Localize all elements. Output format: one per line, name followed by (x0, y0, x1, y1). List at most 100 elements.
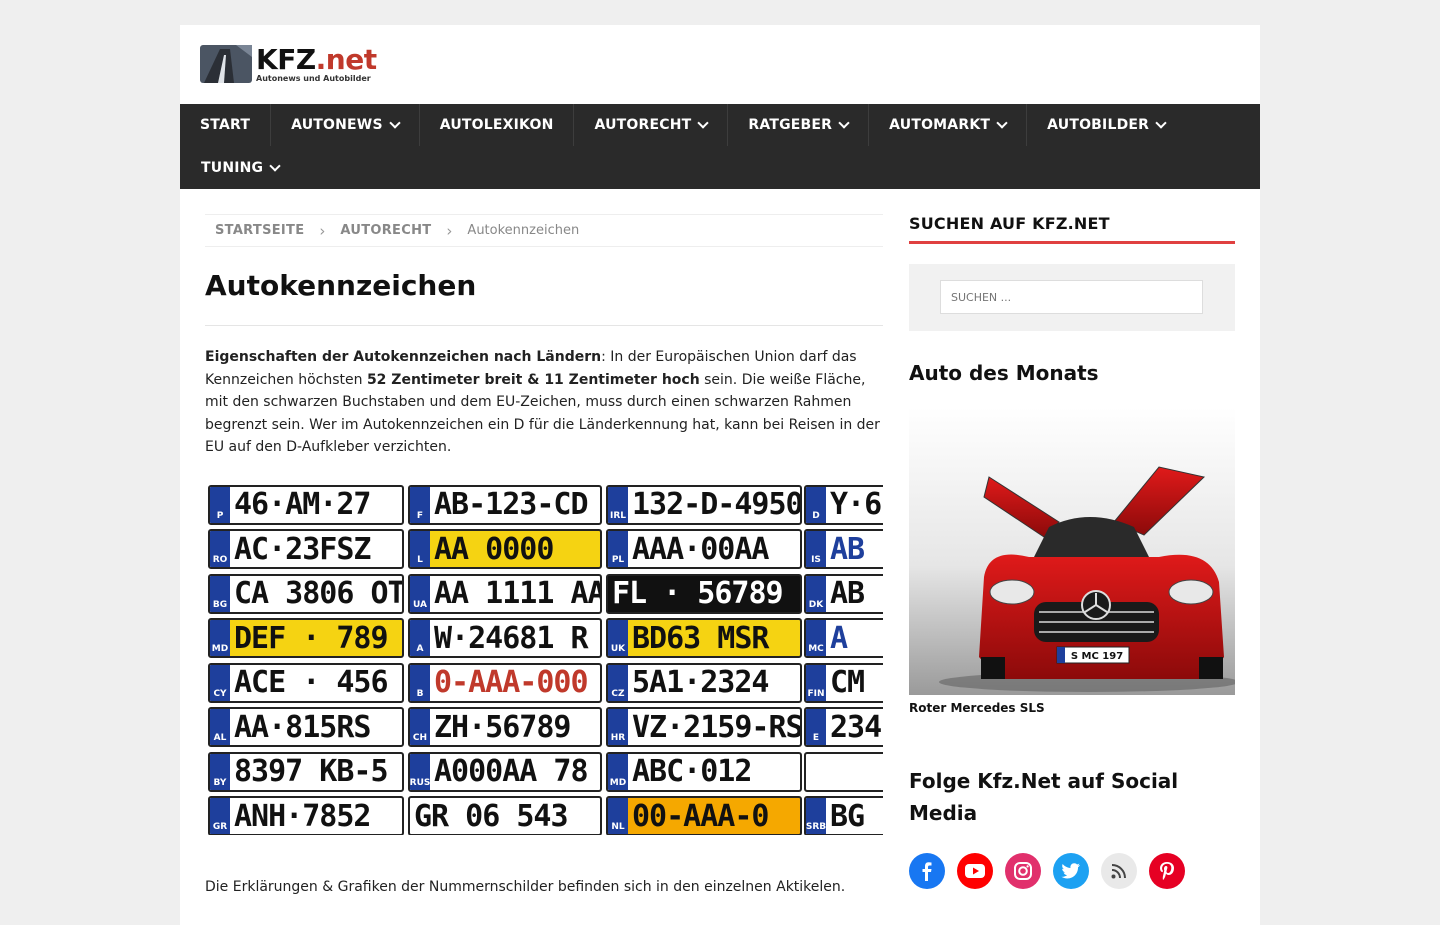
breadcrumb-current: Autokennzeichen (467, 223, 580, 238)
plate-country-band: RO (210, 531, 230, 567)
plate-country-band: D (806, 486, 826, 523)
page-container: KFZ.net Autonews und Autobilder START AU… (180, 25, 1260, 925)
site-logo[interactable]: KFZ.net Autonews und Autobilder (200, 45, 377, 83)
plate-number: AAA·00AA (632, 531, 769, 567)
plate-country-band: DK (806, 575, 826, 612)
license-plate: A W·24681 R (408, 618, 602, 658)
license-plate: MD ABC·012 (606, 751, 802, 792)
intro-bold-dimensions: 52 Zentimeter breit & 11 Zentimeter hoch (366, 371, 700, 388)
chevron-down-icon (838, 117, 850, 129)
plate-number: 132-D-49507 (632, 487, 802, 522)
plate-country-band: F (410, 486, 430, 523)
plate-country-band: BY (210, 753, 230, 790)
nav-label: TUNING (201, 159, 264, 176)
license-plate: CY ACE · 456 (208, 662, 404, 703)
car-plate-text: S MC 197 (1071, 651, 1123, 662)
twitter-icon[interactable] (1053, 853, 1089, 889)
car-of-month-title: Auto des Monats (909, 361, 1099, 385)
license-plate: UA AA 1111 AA (408, 573, 602, 614)
plate-country-band: IS (806, 531, 826, 567)
plate-number: AC·23FSZ (234, 531, 371, 567)
plate-number: W·24681 R (434, 620, 589, 656)
plate-country-band: AL (210, 709, 230, 745)
article-intro: Eigenschaften der Autokennzeichen nach L… (205, 346, 883, 459)
breadcrumb-home-link[interactable]: STARTSEITE (215, 223, 304, 238)
facebook-icon[interactable] (909, 853, 945, 889)
license-plate: SRB BG (804, 796, 883, 835)
logo-name: KFZ (256, 42, 316, 76)
plate-number: AA 0000 (434, 531, 554, 567)
social-title: Folge Kfz.Net auf Social Media (909, 769, 1179, 825)
plate-country-band: CZ (608, 664, 628, 701)
chevron-down-icon (996, 117, 1008, 129)
breadcrumb-section-link[interactable]: AUTORECHT (340, 223, 431, 238)
plate-number: ACE · 456 (234, 665, 389, 700)
license-plate: GR ANH·7852 (208, 796, 404, 835)
plate-number: ANH·7852 (234, 798, 371, 834)
license-plate: CH ZH·56789 (408, 707, 602, 747)
rss-icon[interactable] (1101, 853, 1137, 889)
license-plate: E 234 (804, 707, 883, 747)
car-caption: Roter Mercedes SLS (909, 701, 1045, 715)
nav-item-automarkt[interactable]: AUTOMARKT (869, 104, 1028, 146)
plate-country-band: E (806, 709, 826, 745)
nav-item-start[interactable]: START (180, 104, 272, 146)
plate-number: 5A1·2324 (632, 665, 769, 700)
plate-number: BD63 MSR (632, 620, 769, 656)
article-outro: Die Erklärungen & Grafiken der Nummernsc… (205, 878, 846, 895)
plate-country-band: RUS (410, 753, 430, 790)
plate-country-band: IRL (608, 486, 628, 523)
nav-item-autolexikon[interactable]: AUTOLEXIKON (420, 104, 575, 146)
license-plate: PL AAA·00AA (606, 529, 802, 569)
search-input[interactable] (940, 280, 1203, 314)
plate-country-band: BG (210, 575, 230, 612)
logo-dot: .net (315, 42, 377, 76)
chevron-down-icon (697, 117, 710, 129)
license-plate: UK BD63 MSR (606, 618, 802, 658)
plate-number: CM (830, 665, 865, 700)
search-widget (909, 264, 1235, 331)
plate-number: AB (830, 576, 865, 611)
license-plate: FIN CM (804, 662, 883, 703)
license-plate: AL AA·815RS (208, 707, 404, 747)
breadcrumb: STARTSEITE › AUTORECHT › Autokennzeichen (205, 214, 883, 247)
plate-country-band: FIN (806, 664, 826, 701)
nav-item-autorecht[interactable]: AUTORECHT (574, 104, 729, 146)
car-image[interactable]: S MC 197 (909, 407, 1235, 695)
sidebar: SUCHEN AUF KFZ.NET Auto des Monats (909, 214, 1235, 889)
youtube-icon[interactable] (957, 853, 993, 889)
plate-country-band: MC (806, 620, 826, 656)
license-plate: FL · 56789 (606, 573, 802, 614)
site-header: KFZ.net Autonews und Autobilder (180, 25, 1260, 104)
plate-country-band: HR (608, 709, 628, 745)
nav-label: AUTOBILDER (1047, 117, 1150, 133)
plate-country-band: CY (210, 664, 230, 701)
chevron-down-icon (1155, 117, 1167, 129)
plate-number: FL · 56789 (612, 576, 784, 611)
chevron-down-icon (389, 117, 401, 129)
nav-item-tuning[interactable]: TUNING (180, 146, 299, 189)
license-plate: P 46·AM·27 (208, 484, 404, 525)
nav-item-autobilder[interactable]: AUTOBILDER (1027, 104, 1185, 146)
nav-item-ratgeber[interactable]: RATGEBER (728, 104, 870, 146)
plate-country-band: GR (210, 798, 230, 834)
plate-number: 0-AAA-000 (434, 665, 589, 700)
pinterest-icon[interactable] (1149, 853, 1185, 889)
license-plate (804, 751, 883, 792)
plate-number: VZ·2159-RS (632, 709, 802, 745)
chevron-down-icon (269, 159, 281, 172)
instagram-icon[interactable] (1005, 853, 1041, 889)
title-divider (205, 325, 883, 326)
plate-number: DEF · 789 (234, 620, 389, 656)
license-plate: GR 06 543 (408, 796, 602, 835)
plate-country-band: MD (608, 753, 628, 790)
plate-number: 234 (830, 709, 882, 745)
license-plate: DK AB (804, 573, 883, 614)
plate-country-band: UK (608, 620, 628, 656)
license-plate: HR VZ·2159-RS (606, 707, 802, 747)
nav-label: AUTORECHT (594, 117, 692, 133)
plate-country-band: MD (210, 620, 230, 656)
nav-label: AUTONEWS (291, 117, 383, 133)
license-plate: NL 00-AAA-0 (606, 796, 802, 835)
nav-item-autonews[interactable]: AUTONEWS (271, 104, 420, 146)
